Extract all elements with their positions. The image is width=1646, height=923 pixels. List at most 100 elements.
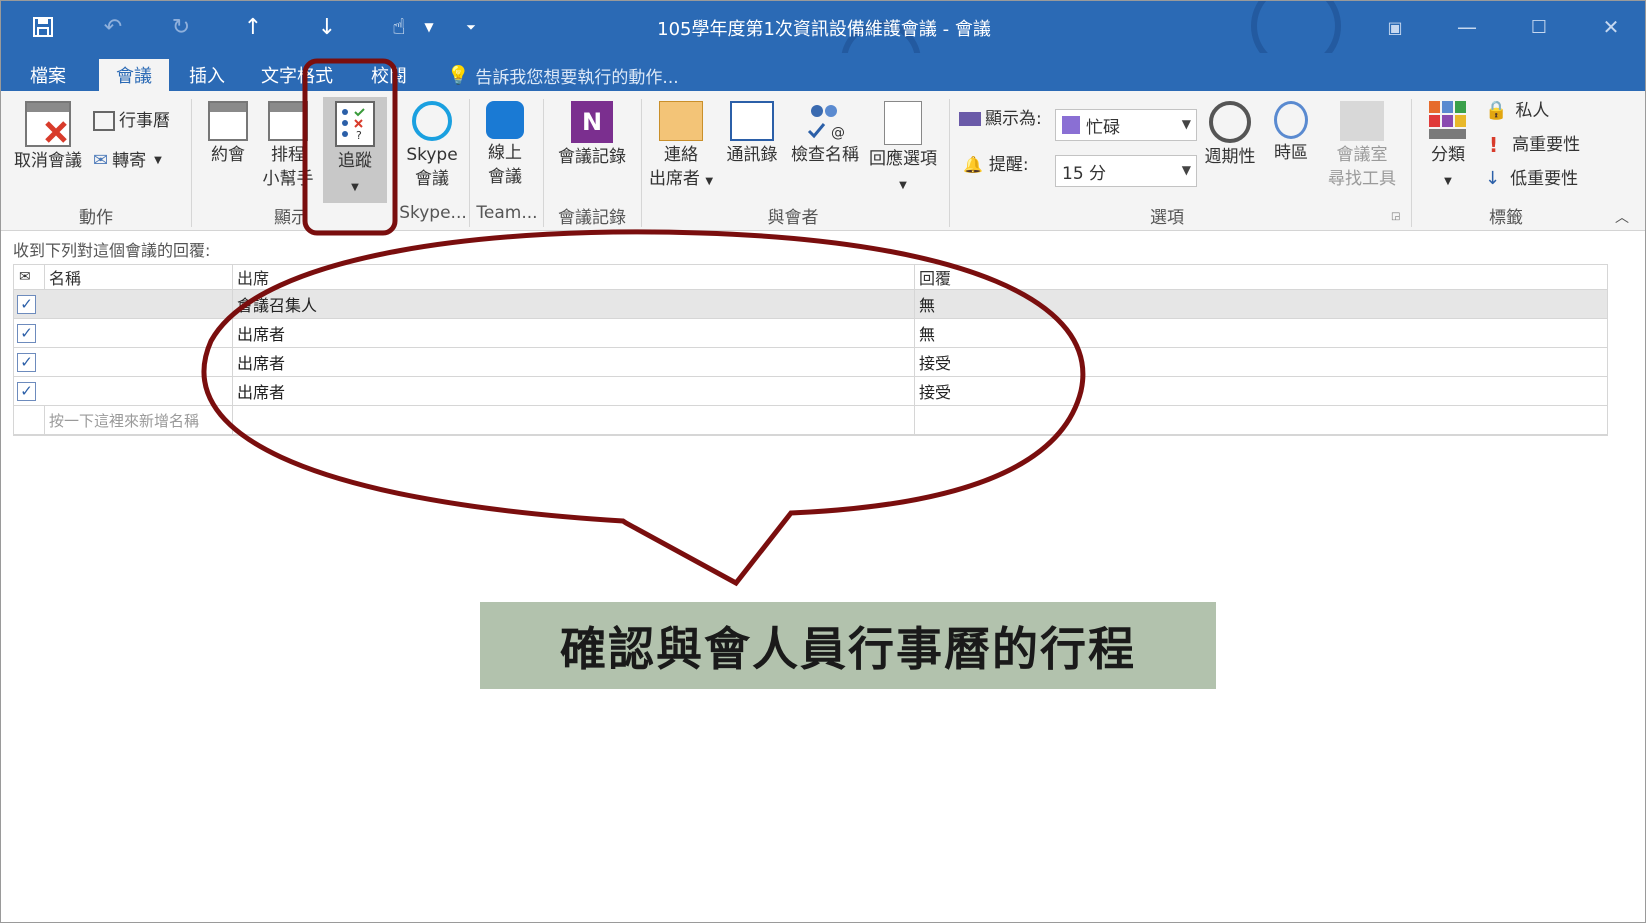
categorize-label: 分類: [1431, 145, 1465, 165]
ribbon: 取消會議 行事曆 ✉ 轉寄 ▼ 動作 約會 排程 小幫手 ? 追蹤 ▼ 顯示 S…: [1, 91, 1645, 231]
tracking-button[interactable]: ? 追蹤 ▼: [323, 97, 387, 203]
checkbox[interactable]: ✓: [17, 294, 36, 314]
scheduling-label-2: 小幫手: [262, 169, 314, 189]
check-names-button[interactable]: @ 檢查名稱: [785, 101, 865, 167]
close-icon[interactable]: ✕: [1591, 11, 1631, 43]
table-row[interactable]: ✓ 會議召集人 無: [14, 290, 1607, 319]
header-attendance[interactable]: 出席: [232, 265, 832, 289]
online-label-1: 線上: [488, 143, 522, 163]
table-row[interactable]: ✓ 出席者 接受: [14, 348, 1607, 377]
tracking-label: 追蹤: [338, 151, 372, 171]
group-skype-label: Skype...: [399, 203, 467, 223]
chevron-down-icon: ▼: [351, 182, 359, 193]
response-options-button[interactable]: 回應選項 ▼: [865, 101, 941, 198]
check-names-label: 檢查名稱: [791, 145, 859, 165]
attendee-name[interactable]: [44, 377, 224, 405]
response-options-icon: [884, 101, 922, 145]
collapse-ribbon-icon[interactable]: ︿: [1615, 207, 1629, 227]
attendee-name[interactable]: [44, 348, 224, 376]
response-cell: 接受: [919, 354, 952, 373]
appointment-icon: [208, 101, 248, 141]
calendar-label: 行事曆: [119, 111, 170, 131]
options-dialog-launcher-icon[interactable]: ◲: [1391, 211, 1400, 222]
reminder-label-wrap: 🔔 提醒:: [963, 153, 1043, 177]
appointment-button[interactable]: 約會: [199, 101, 257, 167]
skype-label-1: Skype: [406, 145, 458, 165]
ribbon-display-icon[interactable]: ▣: [1375, 11, 1415, 43]
tab-meeting[interactable]: 會議: [99, 59, 169, 91]
checkbox[interactable]: ✓: [17, 323, 36, 343]
table-row[interactable]: ✓ 出席者 無: [14, 319, 1607, 348]
cancel-meeting-label: 取消會議: [14, 151, 82, 171]
skype-meeting-button[interactable]: Skype 會議: [399, 101, 465, 191]
teamviewer-icon: [486, 101, 524, 139]
globe-icon: [1274, 101, 1308, 139]
room-finder-button[interactable]: 會議室 尋找工具: [1321, 101, 1403, 191]
exclamation-icon: !: [1489, 133, 1499, 157]
recurrence-button[interactable]: 週期性: [1199, 101, 1261, 169]
tracking-icon: ?: [335, 101, 375, 147]
tab-review[interactable]: 校閱: [361, 59, 417, 91]
address-book-button[interactable]: 通訊錄: [719, 101, 785, 167]
tab-insert[interactable]: 插入: [179, 59, 235, 91]
scheduling-label-1: 排程: [271, 145, 305, 165]
ribbon-separator: [543, 99, 544, 227]
tell-me-box[interactable]: 💡 告訴我您想要執行的動作...: [447, 59, 679, 91]
checkbox[interactable]: ✓: [17, 381, 36, 401]
skype-icon: [412, 101, 452, 141]
group-actions-label: 動作: [79, 208, 113, 228]
svg-text:@: @: [831, 125, 845, 141]
chevron-down-icon: ▼: [705, 176, 714, 187]
contact-attendees-button[interactable]: 連絡 出席者 ▼: [645, 101, 717, 194]
response-column-icon[interactable]: ✉: [14, 265, 44, 289]
lock-icon: 🔒: [1485, 100, 1508, 121]
scheduling-icon: [268, 101, 308, 141]
time-zones-label: 時區: [1274, 143, 1308, 163]
categorize-button[interactable]: 分類 ▼: [1419, 101, 1477, 194]
attendance-cell[interactable]: 出席者: [232, 377, 832, 405]
online-meeting-button[interactable]: 線上 會議: [475, 101, 535, 189]
show-as-dropdown[interactable]: 忙碌 ▼: [1055, 109, 1197, 141]
skype-label-2: 會議: [415, 169, 449, 189]
reminder-dropdown[interactable]: 15 分 ▼: [1055, 155, 1197, 187]
forward-button[interactable]: ✉ 轉寄 ▼: [93, 149, 189, 173]
attendee-name[interactable]: [44, 319, 224, 347]
header-response[interactable]: 回覆: [914, 265, 1514, 289]
chevron-down-icon: ▼: [1181, 117, 1191, 131]
header-name[interactable]: 名稱: [44, 265, 224, 289]
scheduling-assistant-button[interactable]: 排程 小幫手: [259, 101, 317, 191]
onenote-icon: N: [571, 101, 613, 143]
tab-format-text[interactable]: 文字格式: [249, 59, 345, 91]
attendance-cell[interactable]: 出席者: [232, 319, 832, 347]
svg-text:?: ?: [356, 129, 362, 142]
ribbon-separator: [949, 99, 950, 227]
add-attendee-row[interactable]: 按一下這裡來新增名稱: [14, 406, 1607, 435]
minimize-icon[interactable]: —: [1447, 11, 1487, 43]
add-name-placeholder[interactable]: 按一下這裡來新增名稱: [44, 406, 234, 434]
contact-label-2: 出席者: [648, 169, 700, 189]
low-importance-button[interactable]: ↓ 低重要性: [1485, 167, 1615, 191]
tab-file[interactable]: 檔案: [15, 59, 81, 91]
annotation-banner: 確認與會人員行事曆的行程: [480, 602, 1216, 689]
high-importance-label: 高重要性: [1512, 135, 1581, 155]
forward-label: 轉寄: [112, 151, 147, 171]
checkbox[interactable]: ✓: [17, 352, 36, 372]
table-row[interactable]: ✓ 出席者 接受: [14, 377, 1607, 406]
group-meeting-notes-label: 會議記錄: [558, 208, 626, 228]
private-button[interactable]: 🔒 私人: [1485, 99, 1615, 123]
response-cell: 接受: [919, 383, 952, 402]
room-finder-label-1: 會議室: [1336, 145, 1388, 165]
meeting-notes-button[interactable]: N 會議記錄: [549, 101, 635, 169]
maximize-icon[interactable]: ☐: [1519, 11, 1559, 43]
chevron-down-icon: ▼: [1181, 163, 1191, 177]
recurrence-label: 週期性: [1204, 147, 1256, 167]
attendance-cell[interactable]: 會議召集人: [232, 290, 832, 318]
time-zones-button[interactable]: 時區: [1265, 101, 1317, 165]
attendee-name[interactable]: [44, 290, 224, 318]
chevron-down-icon: ▼: [1444, 176, 1452, 187]
attendance-cell[interactable]: 出席者: [232, 348, 832, 376]
cancel-meeting-button[interactable]: 取消會議: [7, 101, 89, 173]
calendar-button[interactable]: 行事曆: [93, 109, 181, 133]
high-importance-button[interactable]: ! 高重要性: [1489, 133, 1619, 157]
down-arrow-icon: ↓: [1485, 168, 1501, 189]
